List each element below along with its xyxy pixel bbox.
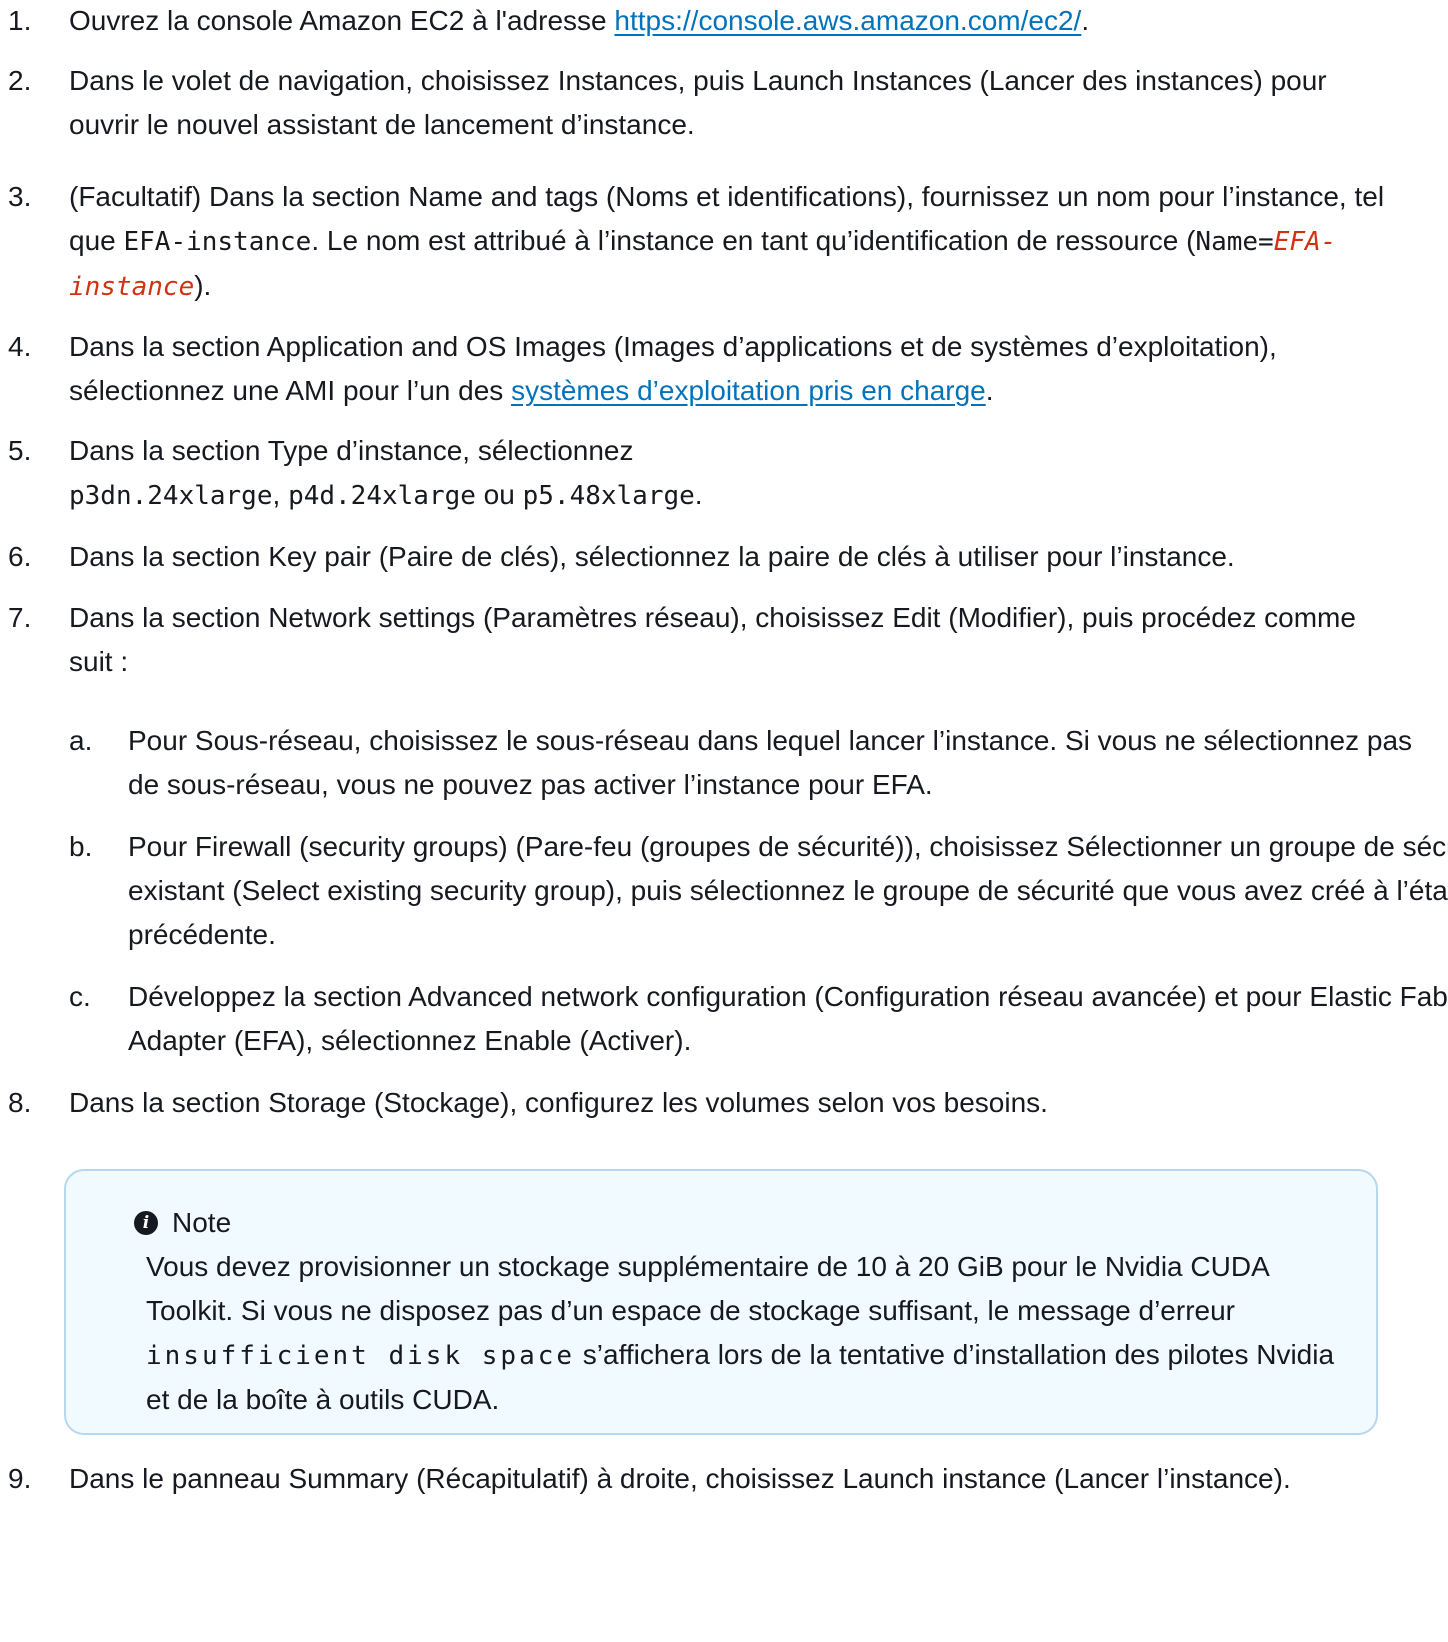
step-number: 4. — [8, 331, 32, 362]
step-tail: . — [985, 375, 994, 406]
step-tail: . — [1081, 5, 1090, 36]
step-number: 9. — [8, 1463, 32, 1494]
step-9: 9. Dans le panneau Summary (Récapitulati… — [0, 1457, 1329, 1501]
step-text: Dans la section Storage (Stockage), conf… — [69, 1087, 1048, 1118]
step-number: 2. — [8, 65, 32, 96]
step-text: Dans la section Type d’instance, sélecti… — [69, 435, 634, 466]
step-tail: . — [694, 479, 703, 510]
step-3: 3. (Facultatif) Dans la section Name and… — [0, 175, 1399, 309]
step-text: Ouvrez la console Amazon EC2 à l'adresse — [69, 5, 615, 36]
separator: ou — [475, 479, 523, 510]
substep-text: Développez la section Advanced network c… — [128, 981, 1448, 1056]
error-message-code: insufficient disk space — [146, 1341, 576, 1371]
step-number: 8. — [8, 1087, 32, 1118]
step-text: ). — [194, 270, 212, 301]
separator: , — [272, 479, 289, 510]
substep-a: a. Pour Sous-réseau, choisissez le sous-… — [0, 719, 1438, 807]
step-number: 5. — [8, 435, 32, 466]
instance-type-code: p4d.24xlarge — [288, 481, 476, 511]
substep-letter: c. — [69, 981, 91, 1012]
substep-text: Pour Firewall (security groups) (Pare-fe… — [128, 831, 1448, 950]
step-text: Dans le volet de navigation, choisissez … — [69, 65, 1327, 140]
ec2-console-link[interactable]: https://console.aws.amazon.com/ec2/ — [614, 5, 1081, 36]
step-4: 4. Dans la section Application and OS Im… — [0, 325, 1329, 413]
step-number: 3. — [8, 181, 32, 212]
step-2: 2. Dans le volet de navigation, choisiss… — [0, 59, 1389, 147]
substep-letter: a. — [69, 725, 93, 756]
step-number: 7. — [8, 602, 32, 633]
note-callout: i Note Vous devez provisionner un stocka… — [64, 1169, 1378, 1435]
step-text: Dans le panneau Summary (Récapitulatif) … — [69, 1463, 1291, 1494]
step-7: 7. Dans la section Network settings (Par… — [0, 596, 1389, 684]
substep-text: Pour Sous-réseau, choisissez le sous-rés… — [128, 725, 1413, 800]
step-number: 6. — [8, 541, 32, 572]
substep-c: c. Développez la section Advanced networ… — [0, 975, 1448, 1063]
info-icon: i — [134, 1211, 158, 1235]
supported-os-link[interactable]: systèmes d’exploitation pris en charge — [511, 375, 986, 406]
note-text: Vous devez provisionner un stockage supp… — [146, 1251, 1269, 1326]
step-number: 1. — [8, 5, 32, 36]
tag-key-code: Name= — [1195, 227, 1274, 257]
step-5: 5. Dans la section Type d’instance, séle… — [0, 429, 1369, 518]
note-header: i Note — [134, 1201, 1336, 1245]
instance-type-code: p5.48xlarge — [522, 481, 695, 511]
instance-name-code: EFA-instance — [123, 227, 312, 257]
step-1: 1. Ouvrez la console Amazon EC2 à l'adre… — [0, 0, 1448, 43]
substep-letter: b. — [69, 831, 93, 862]
note-title: Note — [172, 1207, 232, 1238]
step-6: 6. Dans la section Key pair (Paire de cl… — [0, 535, 1448, 579]
note-body: Vous devez provisionner un stockage supp… — [146, 1245, 1336, 1422]
substep-b: b. Pour Firewall (security groups) (Pare… — [0, 825, 1448, 957]
instance-type-code: p3dn.24xlarge — [69, 481, 273, 511]
step-8: 8. Dans la section Storage (Stockage), c… — [0, 1081, 1448, 1125]
step-text: . Le nom est attribué à l’instance en ta… — [311, 225, 1196, 256]
step-text: Dans la section Network settings (Paramè… — [69, 602, 1356, 677]
step-text: Dans la section Key pair (Paire de clés)… — [69, 541, 1235, 572]
